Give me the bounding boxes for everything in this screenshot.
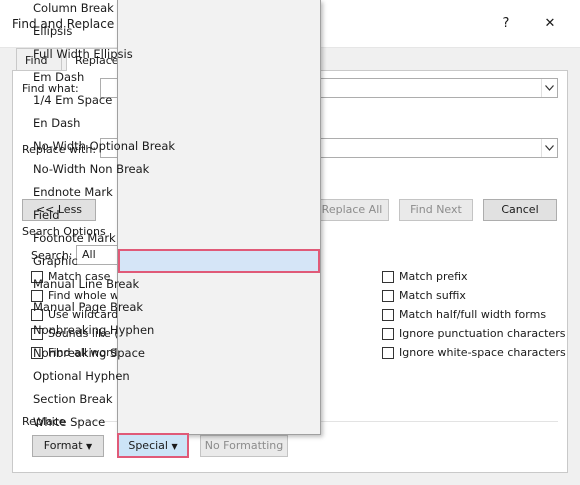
match-prefix-checkbox[interactable]	[382, 271, 394, 283]
cancel-button[interactable]: Cancel	[483, 199, 557, 221]
replace-dropdown-arrow[interactable]	[541, 139, 557, 157]
ignore-punctuation-checkbox[interactable]	[382, 328, 394, 340]
find-next-button[interactable]: Find Next	[399, 199, 473, 221]
format-button[interactable]: Format ▼	[32, 435, 104, 457]
menu-item-em-dash[interactable]: Em Dash	[33, 70, 84, 84]
match-prefix-label: Match prefix	[399, 270, 468, 283]
chevron-down-icon	[545, 145, 554, 151]
menu-item-nonbreaking-hyphen[interactable]: Nonbreaking Hyphen	[33, 323, 154, 337]
menu-item-en-dash[interactable]: En Dash	[33, 116, 80, 130]
match-suffix-label: Match suffix	[399, 289, 466, 302]
ignore-punctuation-label: Ignore punctuation characters	[399, 327, 566, 340]
match-half-full-width-label: Match half/full width forms	[399, 308, 547, 321]
special-menu	[117, 0, 321, 435]
menu-item-white-space[interactable]: White Space	[33, 415, 105, 429]
format-button-label: Format	[43, 439, 83, 452]
match-suffix-checkbox[interactable]	[382, 290, 394, 302]
special-menu-highlight	[118, 249, 320, 273]
menu-item-footnote-mark[interactable]: Footnote Mark	[33, 231, 116, 245]
special-button[interactable]: Special ▼	[117, 433, 189, 458]
menu-item-full-width-ellipsis[interactable]: Full Width Ellipsis	[33, 47, 133, 61]
menu-item-column-break[interactable]: Column Break	[33, 1, 114, 15]
match-half-full-width-checkbox[interactable]	[382, 309, 394, 321]
search-direction-select[interactable]: All	[76, 245, 118, 265]
menu-item-nonbreaking-space[interactable]: Nonbreaking Space	[33, 346, 145, 360]
special-button-label: Special	[128, 439, 168, 452]
ignore-white-space-label: Ignore white-space characters	[399, 346, 566, 359]
menu-item-graphic[interactable]: Graphic	[33, 254, 78, 268]
menu-item-endnote-mark[interactable]: Endnote Mark	[33, 185, 113, 199]
no-formatting-button[interactable]: No Formatting	[200, 435, 288, 457]
menu-item-no-width-optional-break[interactable]: No-Width Optional Break	[33, 139, 175, 153]
replace-all-button[interactable]: Replace All	[315, 199, 389, 221]
dropdown-arrow-icon: ▼	[86, 442, 93, 451]
menu-item-ellipsis[interactable]: Ellipsis	[33, 24, 72, 38]
menu-item-no-width-non-break[interactable]: No-Width Non Break	[33, 162, 149, 176]
menu-item-field[interactable]: Field	[33, 208, 60, 222]
help-icon[interactable]: ?	[496, 14, 516, 34]
menu-item-manual-line-break[interactable]: Manual Line Break	[33, 277, 139, 291]
menu-item-section-break[interactable]: Section Break	[33, 392, 113, 406]
search-direction-value: All	[82, 248, 96, 261]
ignore-white-space-checkbox[interactable]	[382, 347, 394, 359]
dropdown-arrow-icon: ▼	[171, 442, 178, 451]
close-icon[interactable]: ✕	[540, 14, 560, 34]
menu-item-optional-hyphen[interactable]: Optional Hyphen	[33, 369, 130, 383]
find-dropdown-arrow[interactable]	[541, 79, 557, 97]
menu-item-quarter-em-space[interactable]: 1/4 Em Space	[33, 93, 112, 107]
menu-item-manual-page-break[interactable]: Manual Page Break	[33, 300, 143, 314]
chevron-down-icon	[545, 85, 554, 91]
